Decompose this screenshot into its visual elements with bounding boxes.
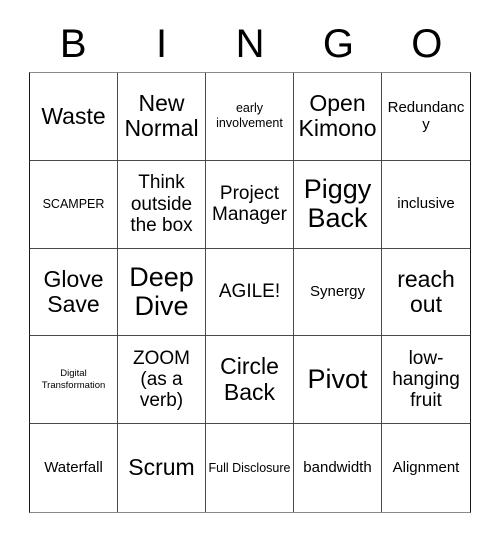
- bingo-cell-label: Glove Save: [43, 265, 104, 317]
- bingo-header-row: B I N G O: [29, 16, 471, 72]
- bingo-cell-label: Alignment: [392, 459, 460, 477]
- bingo-cell-label: Think outside the box: [130, 172, 193, 236]
- bingo-header-letter-g: G: [322, 22, 354, 66]
- bingo-header-letter-o: O: [411, 22, 443, 66]
- bingo-cell[interactable]: early involvement: [206, 73, 294, 161]
- bingo-cell[interactable]: Pivot: [294, 336, 382, 425]
- bingo-cell[interactable]: Circle Back: [206, 336, 294, 425]
- bingo-cell-label: SCAMPER: [42, 196, 105, 211]
- bingo-cell[interactable]: New Normal: [118, 73, 206, 161]
- bingo-cell[interactable]: Scrum: [118, 424, 206, 512]
- bingo-cell[interactable]: ZOOM (as a verb): [118, 336, 206, 425]
- bingo-cell-label: Synergy: [309, 283, 366, 301]
- bingo-cell[interactable]: Synergy: [294, 248, 382, 337]
- bingo-cell-label: Scrum: [128, 454, 195, 481]
- bingo-cell-label: Open Kimono: [298, 90, 377, 142]
- bingo-header-letter-b: B: [59, 22, 87, 66]
- bingo-cell[interactable]: Glove Save: [30, 248, 118, 337]
- bingo-cell[interactable]: Piggy Back: [294, 160, 382, 249]
- bingo-cell[interactable]: Digital Transformation: [30, 336, 118, 425]
- bingo-cell[interactable]: Full Disclosure: [206, 424, 294, 512]
- bingo-cell-label: reach out: [397, 265, 455, 317]
- bingo-cell-label: Piggy Back: [303, 174, 372, 234]
- bingo-cell-label: Redundancy: [387, 98, 465, 134]
- bingo-cell-label: AGILE!: [218, 281, 281, 303]
- bingo-cell[interactable]: Waterfall: [30, 424, 118, 512]
- bingo-cell-label: Full Disclosure: [208, 460, 291, 475]
- bingo-cell-label: Pivot: [307, 364, 368, 395]
- bingo-cell-label: low-hanging fruit: [392, 347, 460, 412]
- bingo-cell[interactable]: Waste: [30, 73, 118, 161]
- bingo-cell[interactable]: reach out: [382, 248, 470, 337]
- bingo-cell[interactable]: Open Kimono: [294, 73, 382, 161]
- bingo-cell[interactable]: AGILE!: [206, 248, 294, 337]
- bingo-cell-label: bandwidth: [303, 459, 372, 477]
- bingo-cell-label: New Normal: [124, 90, 199, 142]
- bingo-grid: Waste New Normal early involvement Open …: [29, 72, 471, 513]
- bingo-cell-label: Waste: [41, 102, 106, 129]
- bingo-cell-label: Project Manager: [212, 182, 287, 226]
- bingo-cell-label: ZOOM (as a verb): [133, 347, 190, 412]
- bingo-card: B I N G O Waste New Normal early involve…: [0, 0, 500, 544]
- bingo-cell-label: Waterfall: [44, 459, 103, 477]
- bingo-cell[interactable]: Alignment: [382, 424, 470, 512]
- bingo-cell-label: early involvement: [216, 101, 283, 131]
- bingo-cell[interactable]: low-hanging fruit: [382, 336, 470, 425]
- bingo-cell[interactable]: Deep Dive: [118, 248, 206, 337]
- bingo-cell-label: Deep Dive: [129, 261, 194, 321]
- bingo-cell[interactable]: bandwidth: [294, 424, 382, 512]
- bingo-header-letter-i: I: [156, 22, 168, 66]
- bingo-cell[interactable]: Think outside the box: [118, 160, 206, 249]
- bingo-cell[interactable]: inclusive: [382, 160, 470, 249]
- bingo-cell[interactable]: Redundancy: [382, 73, 470, 161]
- bingo-cell-label: inclusive: [397, 195, 455, 213]
- bingo-cell-label: Digital Transformation: [41, 367, 106, 391]
- bingo-cell[interactable]: Project Manager: [206, 160, 294, 249]
- bingo-cell-label: Circle Back: [220, 353, 279, 405]
- bingo-header-letter-n: N: [235, 22, 265, 66]
- bingo-cell[interactable]: SCAMPER: [30, 160, 118, 249]
